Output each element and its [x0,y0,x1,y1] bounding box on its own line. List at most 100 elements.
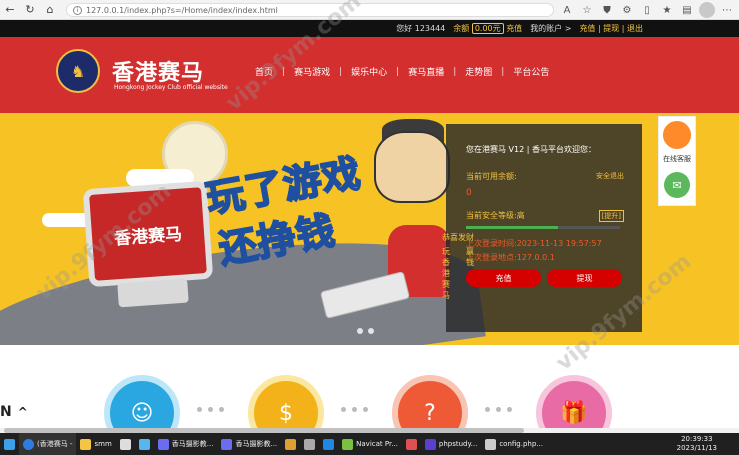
taskbar-item-doc2[interactable]: 香马摄影教... [217,433,281,455]
clock-time: 20:39:33 [681,435,713,443]
panel-recharge-button[interactable]: 充值 [466,269,541,287]
user-panel: 您在港赛马 V12 | 香马平台欢迎您： 当前可用余额: 安全退出 0 当前安全… [446,124,642,332]
login-info: 上次登录时间:2023-11-13 19:57:57 上次登录地点:127.0.… [466,237,624,265]
start-icon[interactable] [0,433,19,455]
side-mark-text: N [0,404,12,420]
customer-service-avatar-icon[interactable] [661,119,693,151]
nav-divider: | [339,66,343,77]
favorites-icon[interactable]: ★ [659,2,675,18]
shield-icon[interactable]: ⛊ [599,2,615,18]
vertical-title: 恭喜发财 [442,233,474,242]
monitor-graphic: 香港赛马 [82,180,214,288]
customer-service-label[interactable]: 在线客服 [663,154,691,164]
taskbar-item-app3[interactable] [300,433,319,455]
panel-buttons: 充值 提现 [466,269,624,287]
security-bar-fill [466,226,559,229]
site-header: ♞ 香港赛马 Hongkong Jockey Club official web… [0,37,739,113]
taskbar-item-app[interactable] [135,433,154,455]
logo-title[interactable]: 香港赛马 [112,55,204,87]
address-url: 127.0.0.1/index.php?s=/Home/index/index.… [86,5,278,15]
collections-icon[interactable]: ▤ [679,2,695,18]
info-icon[interactable]: i [73,5,82,15]
banner-pagination [357,328,374,334]
browser-chrome: ← ↻ ⌂ i 127.0.0.1/index.php?s=/Home/inde… [0,0,739,20]
nav-trend-chart[interactable]: 走势图 [456,65,501,78]
vertical-char: 赛 [442,280,450,289]
chevron-up-icon[interactable]: ^ [18,405,28,419]
banner-dot[interactable] [357,328,363,334]
nav-divider: | [453,66,457,77]
balance-area: 余额 0.00元 充值 [453,23,522,34]
vertical-char: 钱 [466,258,474,267]
nav-divider: | [396,66,400,77]
nav-announcement[interactable]: 平台公告 [504,65,558,78]
vertical-char: 马 [442,291,450,300]
vertical-col-2: 赢 钱 [466,246,474,301]
taskbar-item-phpstudy[interactable]: phpstudy... [421,433,481,455]
step-dots [485,407,512,412]
address-bar[interactable]: i 127.0.0.1/index.php?s=/Home/index/inde… [66,3,554,17]
step-dots [341,407,368,412]
top-withdraw-link[interactable]: 提现 [603,24,619,33]
step-dots [197,407,224,412]
panel-welcome: 您在港赛马 V12 | 香马平台欢迎您： [466,145,596,154]
customer-service-widget[interactable]: 在线客服 ✉ [658,116,696,206]
feature-section: ☺ $ ? 🎁 [0,345,739,451]
vertical-char: 香 [442,258,450,267]
panel-withdraw-button[interactable]: 提现 [547,269,622,287]
last-login-ip: 上次登录地点:127.0.0.1 [466,253,555,262]
wechat-icon[interactable]: ✉ [664,172,690,198]
taskbar-item-browser[interactable]: (香港赛马 - [19,433,77,455]
my-account-link[interactable]: 我的账户 > [530,23,571,34]
security-upgrade-link[interactable]: [提升] [598,210,624,222]
browser-toolbar: A ☆ ⛊ ⚙ ▯ ★ ▤ ⋯ [559,0,735,20]
vertical-char: 港 [442,269,450,278]
available-balance-value: 0 [466,188,472,198]
taskbar-item-app2[interactable] [281,433,300,455]
security-row: 当前安全等级:高 [提升] [466,210,624,222]
top-logout-link[interactable]: 退出 [627,24,643,33]
taskbar-item-app4[interactable] [402,433,421,455]
available-balance-label: 当前可用余额: [466,172,517,181]
character-face [374,131,450,203]
taskbar-item-navicat[interactable]: Navicat Pr... [338,433,402,455]
back-icon[interactable]: ← [0,0,20,20]
nav-racing-game[interactable]: 赛马游戏 [285,65,339,78]
home-icon[interactable]: ⌂ [40,0,60,20]
greeting-text: 您好 123444 [396,24,446,33]
horse-logo-icon[interactable]: ♞ [56,49,100,93]
more-icon[interactable]: ⋯ [719,2,735,18]
nav-live[interactable]: 赛马直播 [399,65,453,78]
taskbar-item-doc1[interactable]: 香马摄影教... [154,433,218,455]
side-mark[interactable]: N ^ [0,404,28,420]
favorite-icon[interactable]: ☆ [579,2,595,18]
safe-logout-link[interactable]: 安全退出 [596,171,624,182]
clock-date: 2023/11/13 [676,444,717,452]
vertical-slogan: 恭喜发财 玩 香 港 赛 马 赢 钱 [442,232,474,301]
logo-subtitle: Hongkong Jockey Club official website [114,84,228,91]
vertical-char: 赢 [466,247,474,256]
split-view-icon[interactable]: ▯ [639,2,655,18]
nav-divider: | [282,66,286,77]
taskbar-item-config[interactable]: config.php... [481,433,547,455]
vertical-col-1: 玩 香 港 赛 马 [442,246,450,301]
banner-dot[interactable] [368,328,374,334]
balance-recharge-link[interactable]: 充值 [506,24,522,33]
nav-divider: | [501,66,505,77]
extension-icon[interactable]: ⚙ [619,2,635,18]
monitor-stand [117,278,189,308]
taskbar-item-vscode[interactable] [319,433,338,455]
windows-taskbar: (香港赛马 - smm 香马摄影教... 香马摄影教... Navicat Pr… [0,433,739,455]
top-recharge-link[interactable]: 充值 [579,24,595,33]
vertical-char: 玩 [442,247,450,256]
refresh-icon[interactable]: ↻ [20,0,40,20]
nav-entertainment[interactable]: 娱乐中心 [342,65,396,78]
taskbar-clock[interactable]: 20:39:33 2023/11/13 [677,435,717,453]
balance-value: 0.00元 [471,23,504,34]
profile-avatar-icon[interactable] [699,2,715,18]
nav-home[interactable]: 首页 [246,65,282,78]
taskbar-item-smm[interactable]: smm [76,433,115,455]
taskbar-item-calendar[interactable] [116,433,135,455]
read-aloud-icon[interactable]: A [559,2,575,18]
available-balance-row: 当前可用余额: 安全退出 [466,171,624,182]
